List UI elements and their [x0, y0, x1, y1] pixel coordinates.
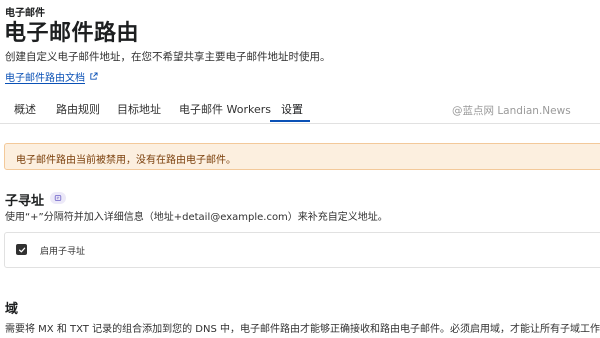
- domain-section-title: 域: [5, 302, 19, 317]
- page-subtitle: 创建自定义电子邮件地址，在您不希望共享主要电子邮件地址时使用。: [5, 51, 331, 63]
- subaddressing-title: 子寻址: [5, 194, 45, 209]
- docs-link-label[interactable]: 电子邮件路由文档: [5, 69, 85, 84]
- disabled-alert: 电子邮件路由当前被禁用，没有在路由电子邮件。: [4, 143, 600, 170]
- tab-overview[interactable]: 概述: [14, 101, 36, 117]
- active-tab-indicator: [270, 120, 310, 122]
- tab-routing-rules[interactable]: 路由规则: [56, 101, 100, 117]
- beta-icon[interactable]: [50, 192, 66, 204]
- subaddressing-description: 使用“+”分隔符并加入详细信息（地址+detail@example.com）来补…: [5, 212, 388, 223]
- enable-subaddressing-checkbox[interactable]: [16, 244, 27, 255]
- subaddressing-option-card: 启用子寻址: [4, 232, 600, 268]
- tab-email-workers[interactable]: 电子邮件 Workers: [179, 101, 271, 117]
- check-icon: [18, 247, 25, 252]
- external-link-icon: [90, 72, 98, 80]
- badge-icon: [54, 195, 62, 201]
- domain-section-description: 需要将 MX 和 TXT 记录的组合添加到您的 DNS 中，电子邮件路由才能够正…: [5, 324, 600, 335]
- page-title: 电子邮件路由: [4, 21, 140, 46]
- tab-settings[interactable]: 设置: [281, 101, 303, 117]
- watermark: @蓝点网 Landian.News: [452, 105, 571, 117]
- tab-destination-addresses[interactable]: 目标地址: [117, 101, 161, 117]
- enable-subaddressing-label[interactable]: 启用子寻址: [40, 244, 85, 257]
- docs-link[interactable]: 电子邮件路由文档: [5, 69, 98, 84]
- alert-text: 电子邮件路由当前被禁用，没有在路由电子邮件。: [16, 155, 236, 166]
